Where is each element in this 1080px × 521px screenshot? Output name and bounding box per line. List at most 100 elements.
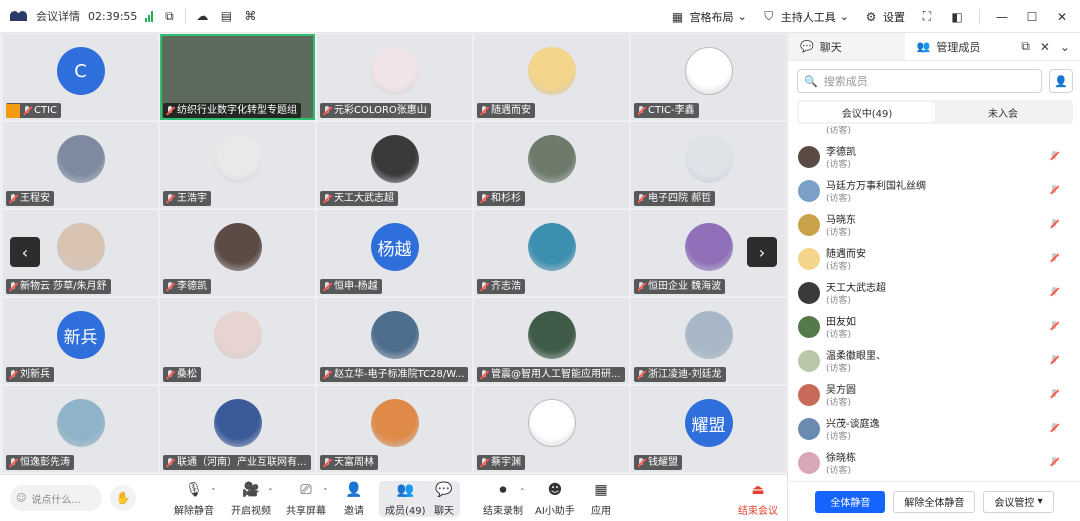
list-item[interactable]: 随遇而安 (访客) [788,243,1080,277]
list-item[interactable]: 兴茂-谈庭逸 (访客) [788,413,1080,447]
mute-all-button[interactable]: 全体静音 [815,490,886,513]
participant-name-tag: 联通（河南）产业互联网有... [163,455,311,470]
start-video-label: 开启视频 [231,506,271,517]
list-item[interactable]: 田友如 (访客) [788,311,1080,345]
mic-off-icon[interactable] [1049,185,1059,197]
apps-label: 应用 [591,506,611,517]
maximize-icon[interactable]: ☐ [1024,9,1040,25]
invite-button[interactable]: 👤 邀请 [344,481,364,517]
participant-tile[interactable]: 天富周林 [317,386,472,472]
member-search[interactable]: 🔍 [797,69,1042,93]
mic-off-icon[interactable] [1049,219,1059,231]
list-item[interactable]: (访客) [788,126,1080,141]
list-item[interactable]: 天工大武志超 (访客) [788,277,1080,311]
document-icon[interactable]: ▤ [218,8,234,24]
participant-name-tag: 纺织行业数字化转型专题组 [163,103,301,118]
mic-off-icon[interactable] [1049,423,1059,435]
raise-hand-button[interactable]: ✋ [110,485,136,511]
participant-tile[interactable]: 联通（河南）产业互联网有... [160,386,315,472]
signal-icon[interactable] [145,10,154,22]
user-settings-button[interactable]: 👤 [1049,69,1073,93]
fullscreen-icon[interactable]: ⛶ [919,9,935,25]
participant-tile[interactable]: 齐志浩 [474,210,629,296]
participant-tile[interactable]: 管震@智用人工智能应用研... [474,298,629,384]
popout-icon[interactable]: ⧉ [1021,39,1030,54]
external-window-icon[interactable]: ⧉ [161,8,177,24]
mic-off-icon[interactable] [1049,321,1059,333]
mic-off-icon[interactable] [1049,457,1059,469]
mic-off-icon[interactable] [1049,253,1059,265]
participant-name: 赵立华-电子标准院TC28/W... [334,369,465,380]
member-name: 天工大武志超 [826,283,886,294]
participant-tile[interactable]: 桑松 [160,298,315,384]
list-item[interactable]: 李德凯 (访客) [788,141,1080,175]
prev-page-button[interactable]: ‹ [10,237,40,267]
unmute-all-button[interactable]: 解除全体静音 [893,490,976,513]
participant-tile[interactable]: 李德凯 [160,210,315,296]
cloud-icon[interactable]: ☁ [194,8,210,24]
participant-tile[interactable]: 蔡宇渊 [474,386,629,472]
participant-tile[interactable]: 王浩宇 [160,122,315,208]
participant-video-tile[interactable]: 纺织行业数字化转型专题组 [160,34,315,120]
mic-off-icon[interactable] [1049,151,1059,163]
mic-off-icon[interactable] [1049,355,1059,367]
quick-message-input[interactable]: ☺ 说点什么... [10,485,102,511]
share-screen-button[interactable]: ⎚ 共享屏幕 [286,481,326,517]
apps-button[interactable]: ▦ 应用 [591,481,611,517]
avatar [56,399,105,447]
settings-button[interactable]: ⚙ 设置 [863,9,905,25]
close-icon[interactable]: ✕ [1054,9,1070,25]
start-video-button[interactable]: 🎥 开启视频 [231,481,271,517]
participant-tile[interactable]: 浙江凌迪-刘廷龙 [631,298,786,384]
member-role: (访客) [826,296,852,306]
participant-tile[interactable]: C CTIC [3,34,158,120]
translate-icon[interactable]: ⌘ [242,8,258,24]
members-button[interactable]: 👥 成员(49) [379,481,432,517]
list-item[interactable]: 吴方圆 (访客) [788,379,1080,413]
mic-off-icon[interactable] [1049,287,1059,299]
member-search-input[interactable] [823,74,1024,88]
share-options-chevron[interactable]: ⌃ [322,487,329,496]
list-item[interactable]: 徐晓栋 (访客) [788,447,1080,481]
robot-icon: ☻ [547,482,563,498]
participant-tile[interactable]: 元彩COLORO张惠山 [317,34,472,120]
mic-off-icon[interactable] [1049,389,1059,401]
avatar [527,135,576,183]
participant-tile[interactable]: 新兵 刘新兵 [3,298,158,384]
participant-tile[interactable]: 王程安 [3,122,158,208]
participant-tile[interactable]: 天工大武志超 [317,122,472,208]
participant-tile[interactable]: 和杉杉 [474,122,629,208]
list-item[interactable]: 温柔徽眼里、 (访客) [788,345,1080,379]
participant-tile[interactable]: 随遇而安 [474,34,629,120]
participant-tile[interactable]: 恒逸彭先涛 [3,386,158,472]
tab-manage-members[interactable]: 👥 管理成员 [904,33,1022,60]
chevron-down-icon[interactable]: ⌄ [1060,40,1070,54]
list-item[interactable]: 马廷方万事利国礼丝绸 (访客) [788,175,1080,209]
chat-button[interactable]: 💬 聊天 [428,481,460,517]
participant-tile[interactable]: 电子四院 郝哲 [631,122,786,208]
close-panel-icon[interactable]: ✕ [1040,40,1050,54]
unmute-button[interactable]: 🎙 解除静音 [174,481,214,517]
end-meeting-button[interactable]: ⏏ 结束会议 [738,481,778,517]
record-options-chevron[interactable]: ⌃ [519,487,526,496]
participant-tile[interactable]: CTIC-李鑫 [631,34,786,120]
unmute-options-chevron[interactable]: ⌃ [210,487,217,496]
tab-in-meeting[interactable]: 会议中(49) [799,102,935,122]
tab-not-joined[interactable]: 未入会 [935,102,1071,122]
participant-tile[interactable]: 赵立华-电子标准院TC28/W... [317,298,472,384]
participant-tile[interactable]: 耀盟 钱耀盟 [631,386,786,472]
participant-tile[interactable]: 杨越 恒申-杨越 [317,210,472,296]
host-tools-button[interactable]: ⛉ 主持人工具 ⌄ [761,9,849,25]
tab-chat[interactable]: 💬 聊天 [788,33,905,60]
minimize-icon[interactable]: — [994,9,1010,25]
list-item[interactable]: 马晓东 (访客) [788,209,1080,243]
next-page-button[interactable]: › [747,237,777,267]
sidebar-toggle-icon[interactable]: ◧ [949,9,965,25]
meeting-info-link[interactable]: 会议详情 [36,8,80,24]
ai-assistant-button[interactable]: ☻ AI小助手 [535,481,575,517]
participant-name: 王浩宇 [177,193,207,204]
stop-recording-button[interactable]: ⏺ 结束录制 [483,481,523,517]
layout-button[interactable]: ▦ 宫格布局 ⌄ [670,9,747,25]
meeting-control-button[interactable]: 会议管控 ▾ [983,490,1054,513]
video-options-chevron[interactable]: ⌃ [267,487,274,496]
